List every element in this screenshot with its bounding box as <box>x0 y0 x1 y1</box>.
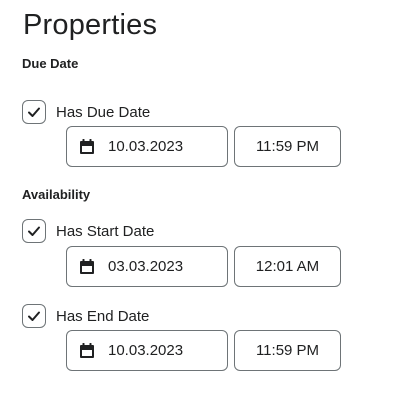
start-time-input[interactable]: 12:01 AM <box>234 246 341 287</box>
availability-heading: Availability <box>22 187 91 202</box>
end-time-value: 11:59 PM <box>255 342 320 359</box>
due-date-input[interactable]: 10.03.2023 <box>66 126 228 167</box>
has-due-date-option[interactable]: Has Due Date <box>22 100 150 124</box>
has-end-date-option[interactable]: Has End Date <box>22 304 149 328</box>
end-date-value: 10.03.2023 <box>108 342 184 359</box>
calendar-icon <box>80 343 94 358</box>
end-time-input[interactable]: 11:59 PM <box>234 330 341 371</box>
has-start-date-label: Has Start Date <box>56 222 155 240</box>
has-end-date-checkbox[interactable] <box>22 304 46 328</box>
properties-panel: Properties Due Date Has Due Date 10.03.2… <box>0 0 401 400</box>
start-date-input[interactable]: 03.03.2023 <box>66 246 228 287</box>
start-time-value: 12:01 AM <box>255 258 320 275</box>
page-title: Properties <box>23 9 158 41</box>
has-due-date-checkbox[interactable] <box>22 100 46 124</box>
checkmark-icon <box>28 311 40 321</box>
due-date-value: 10.03.2023 <box>108 138 184 155</box>
due-date-heading: Due Date <box>22 56 79 71</box>
end-date-input[interactable]: 10.03.2023 <box>66 330 228 371</box>
has-start-date-option[interactable]: Has Start Date <box>22 219 154 243</box>
checkmark-icon <box>28 226 40 236</box>
calendar-icon <box>80 259 94 274</box>
checkmark-icon <box>28 107 40 117</box>
due-time-input[interactable]: 11:59 PM <box>234 126 341 167</box>
has-due-date-label: Has Due Date <box>56 103 151 121</box>
has-end-date-label: Has End Date <box>56 307 150 325</box>
due-time-value: 11:59 PM <box>255 138 320 155</box>
start-date-value: 03.03.2023 <box>108 258 184 275</box>
has-start-date-checkbox[interactable] <box>22 219 46 243</box>
calendar-icon <box>80 139 94 154</box>
